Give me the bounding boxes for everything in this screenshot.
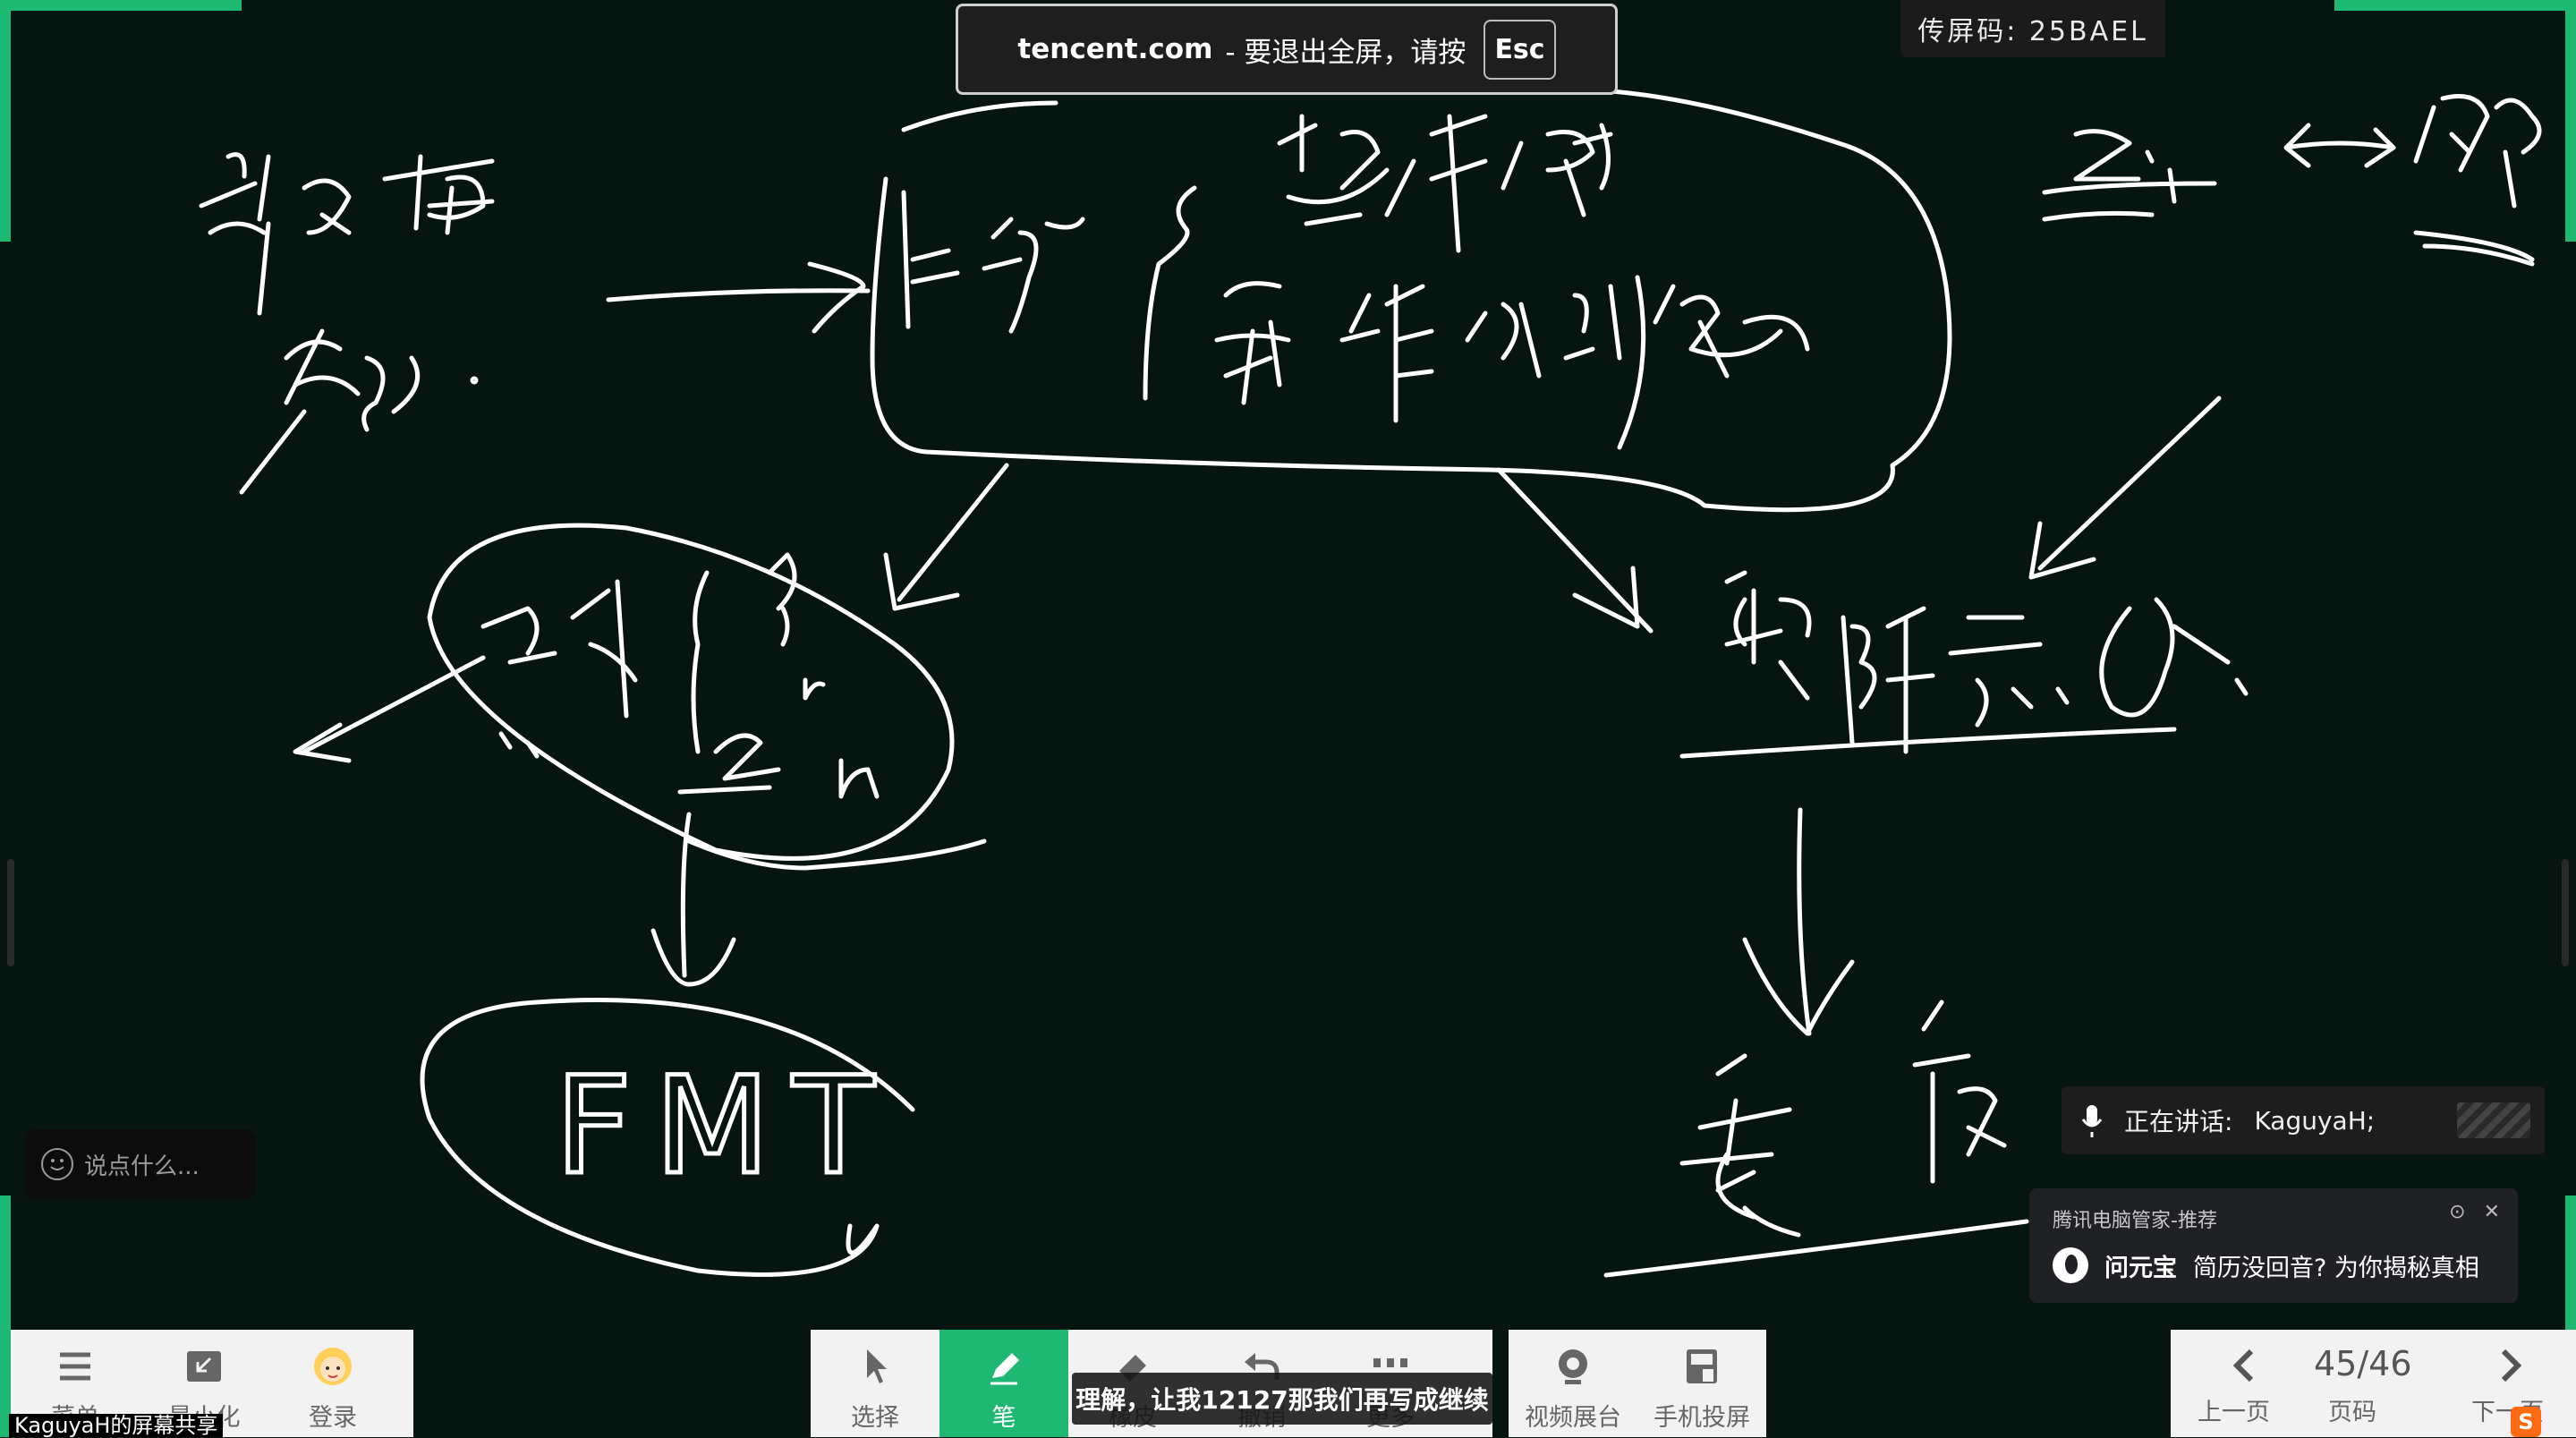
phone-cast-button[interactable]: 手机投屏 xyxy=(1637,1330,1766,1437)
menu-icon xyxy=(60,1352,90,1381)
pen-tool-button[interactable]: 笔 xyxy=(939,1330,1068,1437)
avatar-icon xyxy=(314,1348,352,1385)
chat-input[interactable]: 说点什么... xyxy=(25,1129,256,1199)
corner-accent-tl-v xyxy=(0,0,11,242)
select-tool-button[interactable]: 选择 xyxy=(811,1330,939,1437)
handwriting-partial-sum xyxy=(199,152,495,495)
camera-icon xyxy=(1559,1349,1587,1384)
media-toolbar: 视频展台 手机投屏 xyxy=(1509,1330,1766,1437)
left-edge-handle[interactable] xyxy=(7,859,14,966)
handwriting-divisibility-meaning xyxy=(1679,570,2249,759)
esc-key-badge: Esc xyxy=(1484,19,1556,80)
handwriting-vector xyxy=(2413,94,2542,267)
speaking-label: 正在讲话: xyxy=(2124,1107,2233,1136)
video-booth-label: 视频展台 xyxy=(1525,1404,1621,1432)
double-arrow-stroke xyxy=(2283,123,2396,168)
live-caption: 理解，让我12127那我们再写成继续 xyxy=(1072,1373,1492,1425)
corner-accent-bl-v xyxy=(0,1195,11,1437)
share-code-badge: 传屏码: 25BAEL xyxy=(1900,0,2165,57)
phone-cast-icon xyxy=(1687,1349,1717,1383)
corner-accent-tl xyxy=(0,0,242,11)
corner-accent-tr-v xyxy=(2565,0,2576,242)
minimize-icon xyxy=(187,1351,221,1382)
handwriting-brace-group xyxy=(870,87,1952,513)
screen-share-label: KaguyaH的屏幕共享 xyxy=(9,1414,224,1437)
chevron-right-icon[interactable] xyxy=(2495,1348,2527,1383)
select-label: 选择 xyxy=(851,1404,899,1432)
emoji-icon[interactable] xyxy=(41,1148,73,1180)
phone-cast-label: 手机投屏 xyxy=(1654,1404,1750,1432)
chat-placeholder: 说点什么... xyxy=(84,1153,200,1180)
page-number[interactable]: 45/46 xyxy=(2314,1344,2412,1383)
close-icon[interactable]: ✕ xyxy=(2484,1201,2500,1223)
microphone-icon xyxy=(2081,1105,2103,1137)
speaking-indicator: 正在讲话: KaguyaH; xyxy=(2062,1086,2545,1154)
popup-title: 腾讯电脑管家-推荐 xyxy=(2053,1210,2217,1232)
popup-brand: 问元宝 xyxy=(2104,1254,2177,1282)
settings-icon[interactable]: ⊙ xyxy=(2449,1201,2465,1223)
speaker-thumbnail xyxy=(2457,1102,2530,1138)
page-number-label: 页码 xyxy=(2328,1399,2376,1426)
handwriting-subset-oval xyxy=(427,523,987,871)
ime-icon[interactable]: S xyxy=(2511,1407,2541,1437)
arrow-top-right-stroke xyxy=(2028,396,2222,580)
promo-popup[interactable]: 腾讯电脑管家-推荐 ⊙ ✕ 问元宝 简历没回音? 为你揭秘真相 xyxy=(2029,1188,2518,1303)
arrow-left-stroke xyxy=(293,655,486,763)
pen-icon xyxy=(990,1353,1019,1385)
yuanbao-logo-icon xyxy=(2053,1247,2088,1283)
notice-host: tencent.com xyxy=(1017,33,1213,65)
cursor-icon xyxy=(867,1349,887,1383)
login-label: 登录 xyxy=(309,1404,357,1432)
pen-label: 笔 xyxy=(991,1404,1016,1432)
prev-page-label[interactable]: 上一页 xyxy=(2198,1392,2270,1427)
notice-message: - 要退出全屏，请按 xyxy=(1225,36,1467,69)
fullscreen-exit-notice: tencent.com - 要退出全屏，请按 Esc xyxy=(956,4,1618,95)
arrow-down-left-stroke xyxy=(883,463,1009,611)
arrow-down-right-stroke xyxy=(1496,467,1654,634)
arrow-right-stroke xyxy=(606,261,871,334)
corner-accent-tr xyxy=(2334,0,2576,11)
popup-message[interactable]: 简历没回音? 为你揭秘真相 xyxy=(2193,1248,2479,1283)
chevron-left-icon[interactable] xyxy=(2228,1348,2260,1383)
fmt-text: FMT xyxy=(555,1049,897,1204)
arrow-down-stroke-right xyxy=(1742,807,1855,1036)
video-booth-button[interactable]: 视频展台 xyxy=(1509,1330,1637,1437)
handwriting-difference xyxy=(1603,1000,2029,1278)
speaker-name: KaguyaH; xyxy=(2254,1105,2376,1136)
right-edge-handle[interactable] xyxy=(2562,859,2569,966)
login-button[interactable]: 登录 xyxy=(268,1330,397,1437)
handwriting-z xyxy=(2042,129,2217,222)
